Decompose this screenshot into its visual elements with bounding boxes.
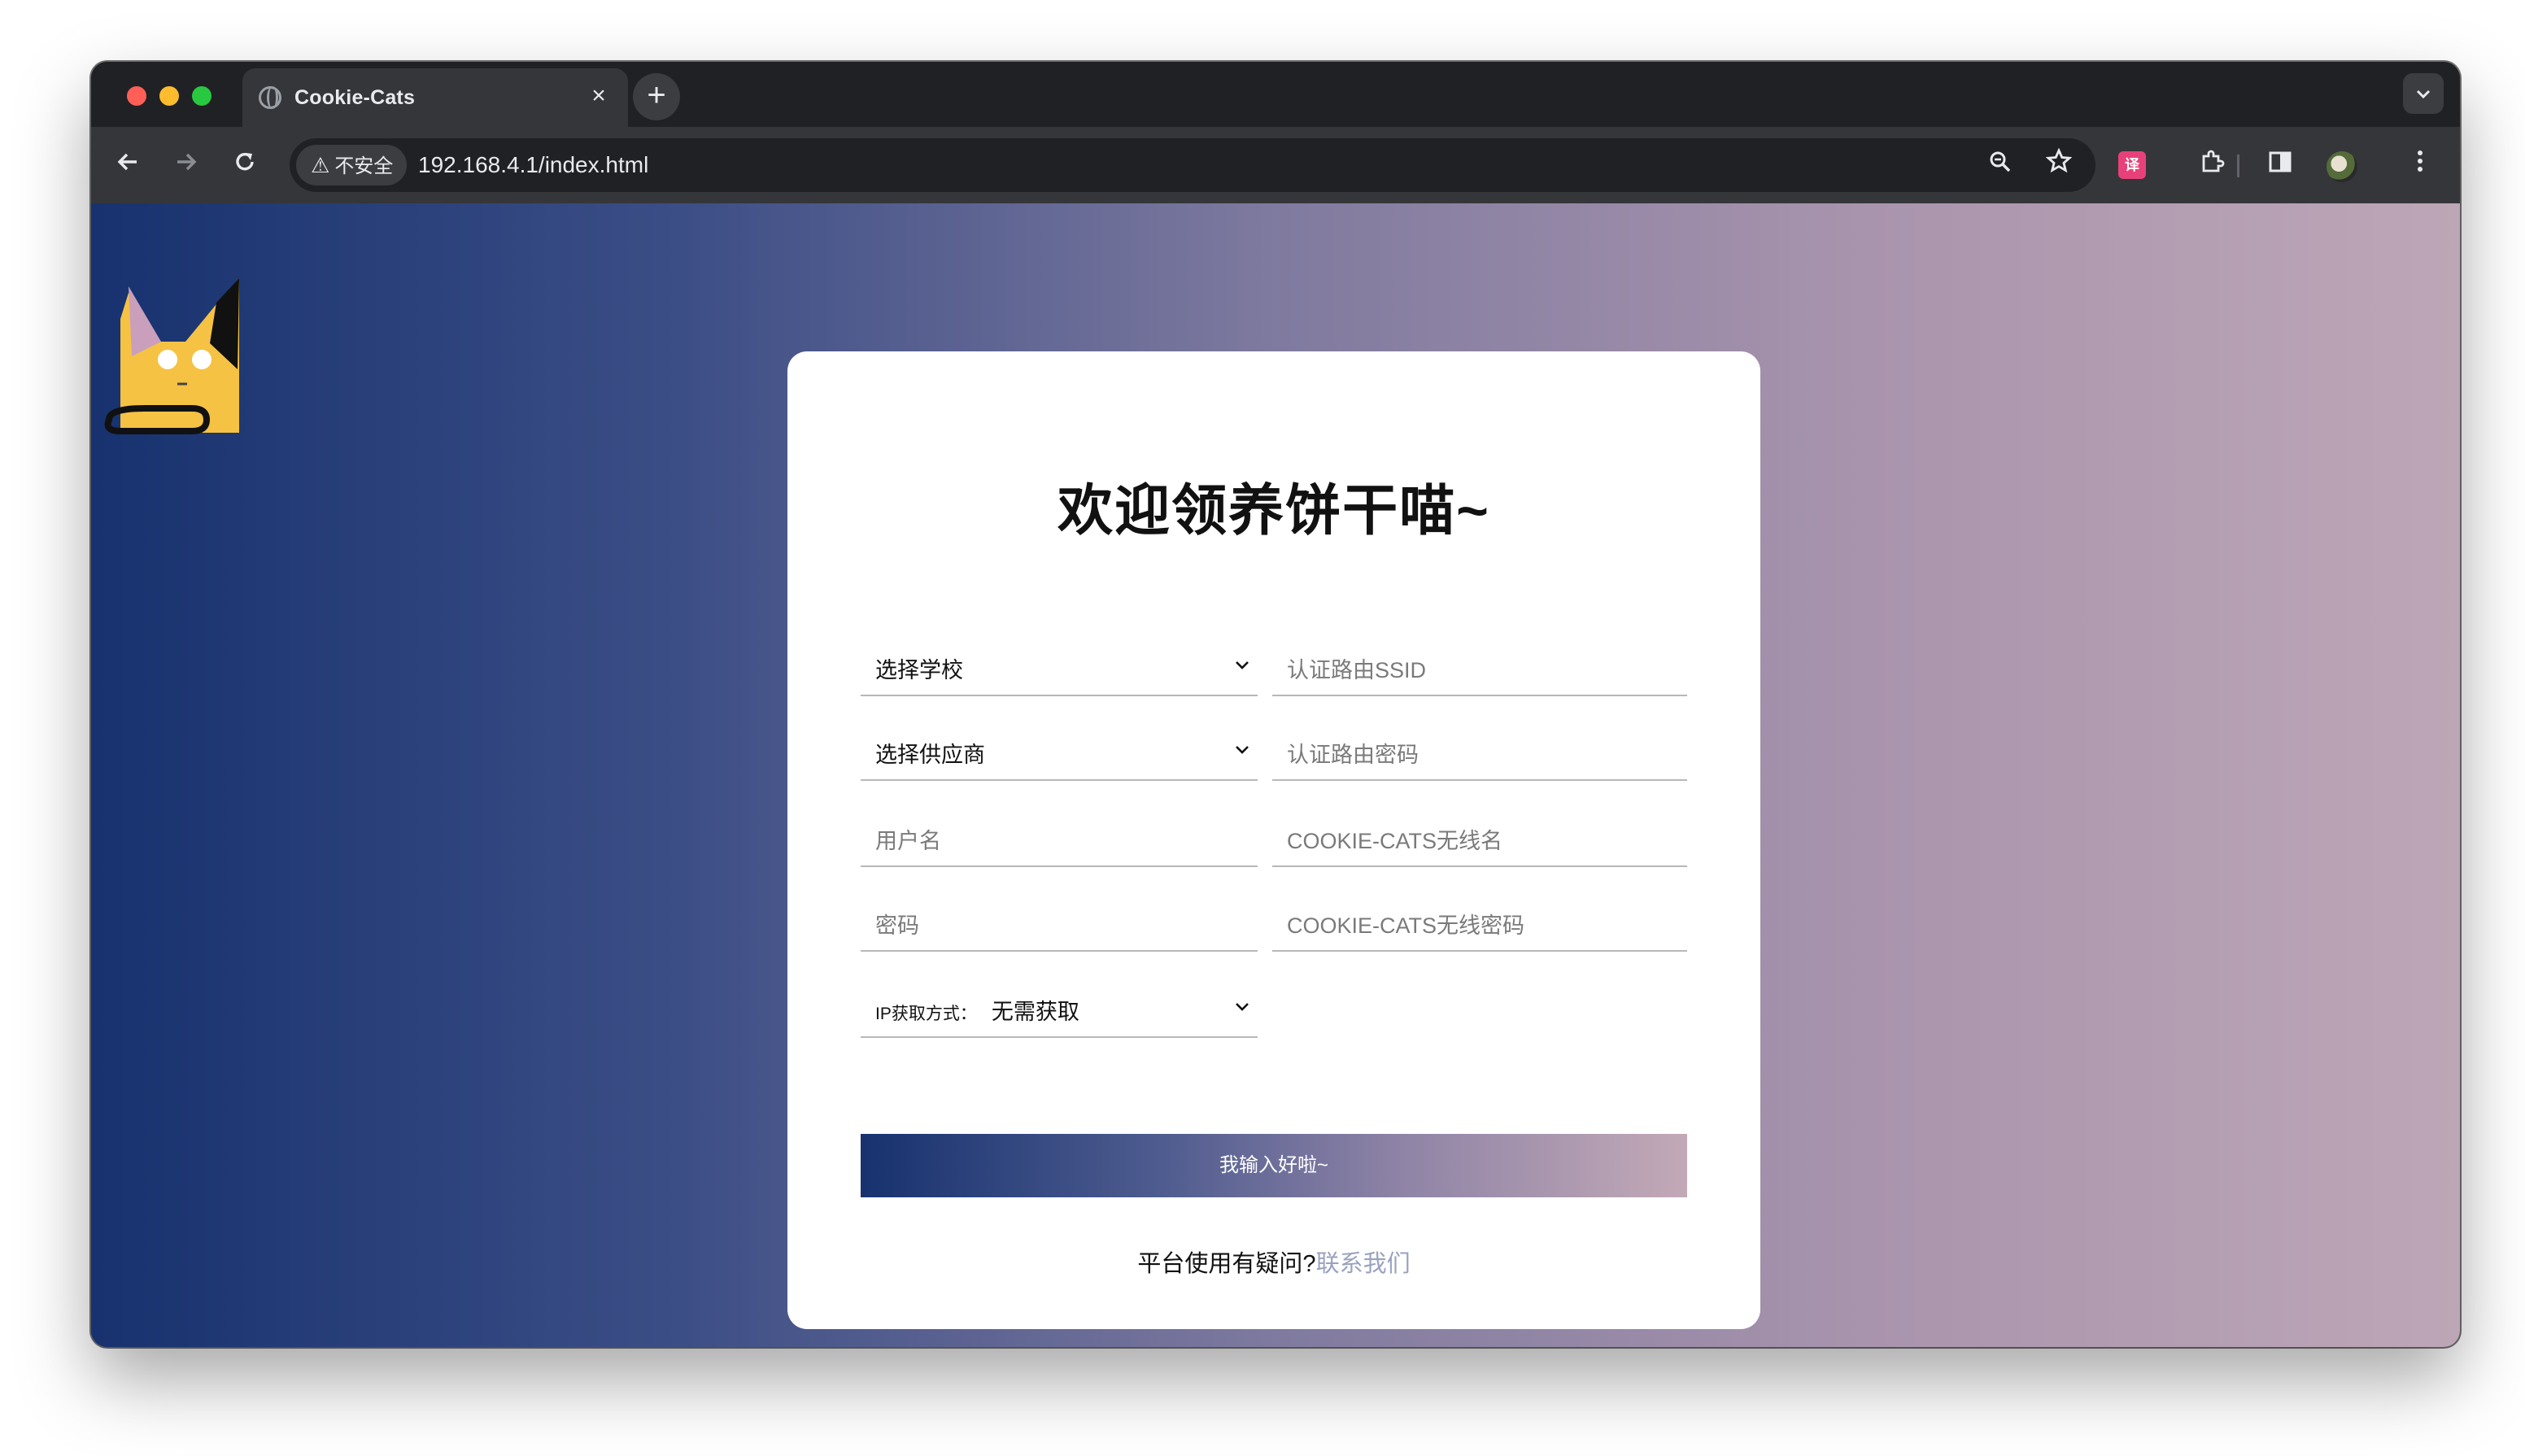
school-select-value: 选择学校 [875, 658, 963, 682]
password-placeholder: 密码 [875, 913, 919, 938]
ip-mode-group: IP获取方式： 无需获取 [875, 994, 1079, 1026]
ip-mode-value: 无需获取 [991, 1000, 1079, 1024]
profile-avatar[interactable] [2327, 151, 2357, 182]
more-vert-icon [2418, 150, 2423, 172]
chevron-down-icon [1236, 1003, 1249, 1011]
provider-select[interactable]: 选择供应商 [861, 721, 1258, 781]
help-text: 平台使用有疑问? [1137, 1251, 1316, 1277]
contact-us-link[interactable]: 联系我们 [1316, 1251, 1411, 1277]
tab-search-button[interactable] [2403, 73, 2444, 114]
bookmark-button[interactable] [2039, 145, 2079, 185]
page-title: 欢迎领养饼干喵~ [1058, 480, 1490, 542]
arrow-left-icon [117, 153, 137, 171]
password-input[interactable]: 密码 [861, 891, 1258, 952]
forward-button[interactable] [166, 145, 207, 185]
chevron-down-icon [1236, 661, 1249, 669]
router-ssid-placeholder: 认证路由SSID [1287, 658, 1427, 682]
browser-toolbar: ⚠ 不安全 192.168.4.1/index.html 译 [91, 127, 2460, 203]
desktop: Cookie-Cats × + ⚠ 不安全 192.168.4.1/index.… [0, 0, 2525, 1456]
translate-extension-icon[interactable]: 译 [2118, 151, 2146, 179]
url-text[interactable]: 192.168.4.1/index.html [418, 138, 648, 192]
chevron-down-icon [2416, 89, 2431, 99]
close-window-button[interactable] [127, 86, 146, 106]
close-tab-icon[interactable]: × [584, 81, 613, 111]
warning-icon: ⚠ [311, 153, 330, 177]
minimize-window-button[interactable] [159, 86, 179, 106]
router-password-input[interactable]: 认证路由密码 [1272, 721, 1687, 781]
maximize-window-button[interactable] [192, 86, 212, 106]
router-ssid-input[interactable]: 认证路由SSID [1272, 636, 1687, 696]
ip-mode-label: IP获取方式： [875, 1005, 977, 1023]
security-chip[interactable]: ⚠ 不安全 [296, 145, 407, 185]
extensions-button[interactable] [2191, 145, 2232, 185]
wifi-password-placeholder: COOKIE-CATS无线密码 [1287, 913, 1525, 938]
side-panel-button[interactable] [2260, 145, 2300, 185]
menu-button[interactable] [2400, 145, 2440, 185]
star-icon [2045, 147, 2073, 173]
submit-button[interactable]: 我输入好啦~ [861, 1134, 1687, 1197]
tab-strip: Cookie-Cats × + [91, 62, 2460, 127]
wifi-name-placeholder: COOKIE-CATS无线名 [1287, 829, 1503, 853]
help-line: 平台使用有疑问?联系我们 [787, 1245, 1760, 1279]
reload-icon [236, 153, 254, 171]
reload-button[interactable] [225, 145, 265, 185]
puzzle-icon [2202, 150, 2225, 172]
username-input[interactable]: 用户名 [861, 807, 1258, 867]
cookie-cat-logo [104, 278, 239, 434]
tab-cookie-cats[interactable]: Cookie-Cats × [242, 68, 628, 127]
side-panel-icon [2269, 151, 2292, 172]
tab-title: Cookie-Cats [294, 86, 416, 109]
provider-select-value: 选择供应商 [875, 743, 985, 767]
username-placeholder: 用户名 [875, 829, 941, 853]
back-button[interactable] [107, 145, 148, 185]
toolbar-separator [2237, 155, 2239, 177]
new-tab-button[interactable]: + [633, 73, 680, 120]
wifi-password-input[interactable]: COOKIE-CATS无线密码 [1272, 891, 1687, 952]
zoom-icon [1990, 151, 2011, 172]
wifi-name-input[interactable]: COOKIE-CATS无线名 [1272, 807, 1687, 867]
globe-icon [259, 86, 281, 109]
router-password-placeholder: 认证路由密码 [1287, 743, 1419, 767]
arrow-right-icon [177, 153, 197, 171]
address-bar[interactable]: ⚠ 不安全 192.168.4.1/index.html [290, 138, 2095, 192]
login-card: 欢迎领养饼干喵~ 选择学校 认证路由SSID 选择供应商 认证路由密码 用户名 [787, 351, 1760, 1329]
page-viewport: 欢迎领养饼干喵~ 选择学校 认证路由SSID 选择供应商 认证路由密码 用户名 [91, 203, 2460, 1347]
school-select[interactable]: 选择学校 [861, 636, 1258, 696]
browser-window: Cookie-Cats × + ⚠ 不安全 192.168.4.1/index.… [91, 62, 2460, 1347]
zoom-button[interactable] [1980, 145, 2021, 185]
security-chip-label: 不安全 [334, 155, 394, 177]
ip-mode-select[interactable]: IP获取方式： 无需获取 [861, 978, 1258, 1038]
chevron-down-icon [1236, 746, 1249, 754]
